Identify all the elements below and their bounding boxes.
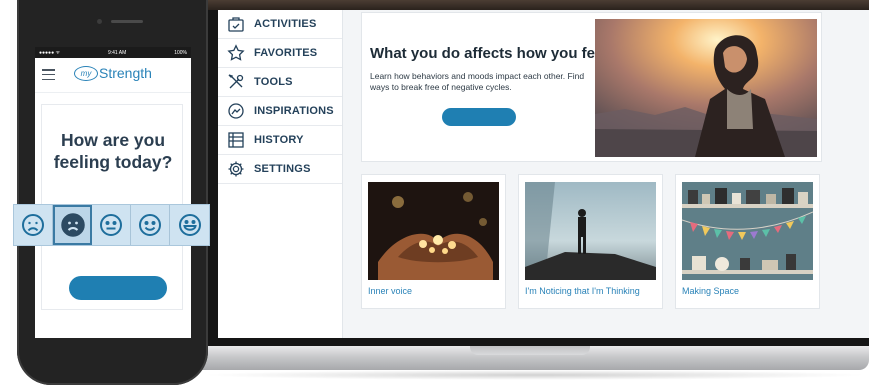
mood-question: How are you feeling today? [42, 129, 184, 173]
gear-icon [228, 161, 244, 177]
sidebar-item-history[interactable]: HISTORY [218, 126, 342, 155]
hero-subtitle: Learn how behaviors and moods impact eac… [370, 71, 585, 92]
neutral-icon [100, 214, 122, 236]
status-time: 9:41 AM [107, 49, 127, 56]
sidebar-item-label: INSPIRATIONS [254, 105, 334, 117]
phone-speaker [111, 20, 143, 23]
logo-text: Strength [99, 65, 152, 81]
tile-photo-person-on-cliff [525, 182, 656, 280]
mood-question-line2: feeling today? [53, 152, 173, 172]
tile-photo-shelves-bunting [682, 182, 813, 280]
sad-icon [60, 213, 85, 237]
content-tile-making-space[interactable]: Making Space [675, 174, 820, 309]
tile-photo-hands-lights [368, 182, 499, 280]
mood-option-very-sad[interactable] [14, 205, 53, 245]
sidebar-item-label: FAVORITES [254, 47, 318, 59]
laptop-top-bezel [200, 0, 869, 10]
very-sad-icon [22, 214, 44, 236]
very-happy-icon [178, 214, 201, 236]
app-bar: my Strength [35, 58, 191, 93]
sidebar-item-tools[interactable]: TOOLS [218, 68, 342, 97]
menu-icon[interactable] [42, 69, 55, 81]
mood-submit-button[interactable] [69, 276, 167, 300]
tile-caption[interactable]: Making Space [682, 286, 739, 296]
carrier-signal: ●●●●● ᯤ [39, 49, 61, 56]
sidebar-item-inspirations[interactable]: INSPIRATIONS [218, 97, 342, 126]
content-tile-inner-voice[interactable]: Inner voice [361, 174, 506, 309]
activities-icon [228, 17, 244, 32]
hero-cta-button[interactable] [442, 108, 516, 126]
tools-icon [228, 74, 244, 89]
hero-title: What you do affects how you feel [370, 45, 608, 62]
sidebar-item-label: HISTORY [254, 134, 304, 146]
star-icon [227, 44, 245, 61]
sidebar-item-favorites[interactable]: FAVORITES [218, 39, 342, 68]
logo-mark: my [74, 65, 98, 81]
sidebar-item-label: SETTINGS [254, 163, 311, 175]
laptop-screen: ACTIVITIES FAVORITES TOOLS INSPIRATIONS … [218, 10, 869, 338]
mood-selector [13, 204, 210, 246]
sidebar: ACTIVITIES FAVORITES TOOLS INSPIRATIONS … [218, 10, 343, 338]
mood-option-sad[interactable] [53, 205, 92, 245]
sidebar-item-settings[interactable]: SETTINGS [218, 155, 342, 184]
laptop-shadow [200, 370, 869, 380]
tile-caption[interactable]: I'm Noticing that I'm Thinking [525, 286, 640, 296]
mood-option-neutral[interactable] [92, 205, 131, 245]
inspirations-icon [228, 103, 244, 119]
history-icon [228, 132, 244, 148]
mood-option-very-happy[interactable] [170, 205, 209, 245]
laptop-notch [470, 346, 590, 355]
battery-level: 100% [174, 49, 187, 56]
hero-card: What you do affects how you feel Learn h… [361, 12, 822, 162]
tile-caption[interactable]: Inner voice [368, 286, 412, 296]
hero-photo-woman-at-sunset [595, 19, 817, 157]
happy-icon [139, 214, 161, 236]
content-tile-noticing-thinking[interactable]: I'm Noticing that I'm Thinking [518, 174, 663, 309]
sidebar-item-activities[interactable]: ACTIVITIES [218, 10, 342, 39]
sidebar-item-label: TOOLS [254, 76, 293, 88]
mood-option-happy[interactable] [131, 205, 170, 245]
phone-camera [97, 19, 102, 24]
mood-question-line1: How are you [60, 130, 166, 150]
phone-screen: ●●●●● ᯤ 9:41 AM 100% my Strength How are… [35, 47, 191, 338]
app-logo: my Strength [74, 65, 152, 81]
phone-status-bar: ●●●●● ᯤ 9:41 AM 100% [35, 47, 191, 58]
sidebar-item-label: ACTIVITIES [254, 18, 317, 30]
